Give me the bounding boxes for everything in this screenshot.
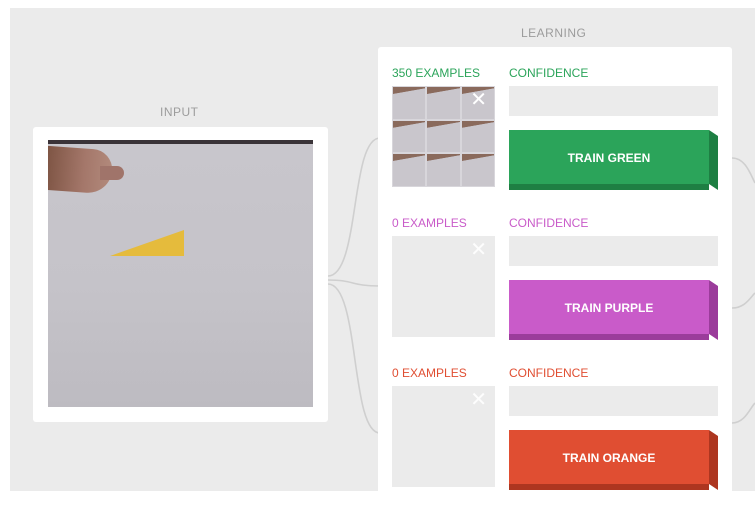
- train-green-button[interactable]: TRAIN GREEN: [509, 130, 718, 190]
- wire-to-purple: [327, 279, 381, 287]
- wire-out-green: [731, 157, 755, 184]
- example-frame: [460, 119, 495, 154]
- examples-count-orange: 0 EXAMPLES: [392, 366, 467, 380]
- example-frame: [392, 86, 427, 120]
- class-purple: 0 EXAMPLES CONFIDENCE ✕ TRAIN PURPLE: [392, 216, 732, 366]
- example-frame: [392, 153, 427, 187]
- learning-section-label: LEARNING: [521, 26, 587, 40]
- examples-thumbnail-purple: ✕: [392, 236, 495, 337]
- class-green: 350 EXAMPLES CONFIDENCE ✕ TRAIN GREEN: [392, 66, 732, 216]
- confidence-bar-orange: [509, 386, 718, 416]
- confidence-bar-green: [509, 86, 718, 116]
- close-icon[interactable]: ✕: [470, 240, 487, 260]
- train-orange-label: TRAIN ORANGE: [562, 451, 656, 465]
- button-shadow: [509, 484, 709, 490]
- wire-out-orange: [731, 402, 755, 424]
- train-green-label: TRAIN GREEN: [567, 151, 651, 165]
- wire-to-green: [327, 137, 381, 277]
- example-frame: [426, 119, 461, 154]
- confidence-label-orange: CONFIDENCE: [509, 366, 589, 380]
- example-frame: [460, 153, 495, 187]
- confidence-label-purple: CONFIDENCE: [509, 216, 589, 230]
- finger-image: [100, 166, 124, 180]
- train-purple-button[interactable]: TRAIN PURPLE: [509, 280, 718, 340]
- examples-count-purple: 0 EXAMPLES: [392, 216, 467, 230]
- examples-thumbnail-green: ✕: [392, 86, 495, 187]
- class-orange: 0 EXAMPLES CONFIDENCE ✕ TRAIN ORANGE: [392, 366, 732, 516]
- button-shadow: [509, 184, 709, 190]
- examples-count-green: 350 EXAMPLES: [392, 66, 481, 80]
- confidence-label-green: CONFIDENCE: [509, 66, 589, 80]
- yellow-triangle-object: [110, 230, 184, 256]
- example-frame: [426, 153, 461, 187]
- button-side: [709, 130, 718, 190]
- train-purple-label: TRAIN PURPLE: [564, 301, 654, 315]
- example-frame: [392, 119, 427, 154]
- webcam-feed: [48, 140, 313, 407]
- examples-thumbnail-orange: ✕: [392, 386, 495, 487]
- close-icon[interactable]: ✕: [470, 90, 487, 110]
- wire-out-purple: [731, 292, 755, 309]
- close-icon[interactable]: ✕: [470, 390, 487, 410]
- wire-to-orange: [327, 283, 381, 434]
- button-side: [709, 430, 718, 490]
- train-orange-button[interactable]: TRAIN ORANGE: [509, 430, 718, 490]
- camera-edge: [48, 140, 313, 144]
- input-section-label: INPUT: [160, 105, 199, 119]
- button-side: [709, 280, 718, 340]
- example-frame: [426, 86, 461, 120]
- button-shadow: [509, 334, 709, 340]
- confidence-bar-purple: [509, 236, 718, 266]
